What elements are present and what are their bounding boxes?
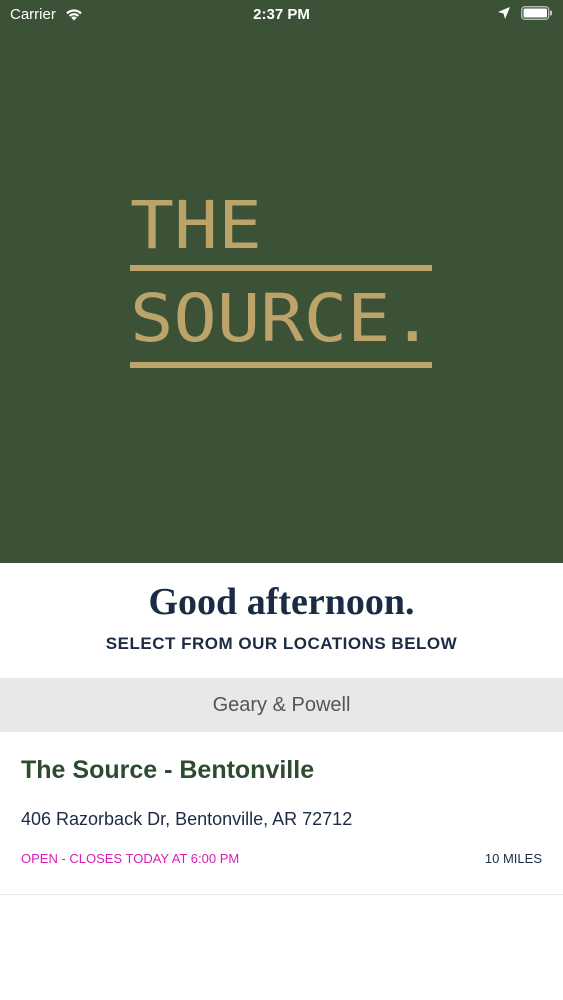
logo-rule-top: [130, 265, 432, 271]
location-distance: 10 MILES: [484, 851, 542, 866]
battery-icon: [521, 6, 552, 20]
greeting-subtitle: SELECT FROM OUR LOCATIONS BELOW: [105, 634, 458, 653]
logo-line-2: SOURCE.: [130, 280, 434, 357]
status-right: [497, 6, 553, 20]
location-hours-status: OPEN - CLOSES TODAY AT 6:00 PM: [21, 851, 240, 866]
location-item-bentonville[interactable]: The Source - Bentonville 406 Razorback D…: [0, 732, 563, 895]
location-address: 406 Razorback Dr, Bentonville, AR 72712: [21, 809, 353, 829]
location-name: The Source - Bentonville: [21, 756, 315, 784]
screen: THE SOURCE. Carrier 2:37 PM Good afterno…: [0, 0, 563, 1000]
logo-line-1: THE: [130, 190, 262, 264]
section-header: Geary & Powell: [0, 678, 563, 732]
the-source-logo: THE SOURCE.: [130, 190, 434, 368]
greeting-title: Good afternoon.: [148, 581, 415, 623]
status-time: 2:37 PM: [253, 6, 310, 23]
logo-rule-bottom: [130, 362, 432, 368]
location-arrow-icon: [498, 7, 510, 19]
hero-banner: THE SOURCE.: [0, 0, 563, 563]
status-bar: Carrier 2:37 PM: [0, 0, 563, 30]
